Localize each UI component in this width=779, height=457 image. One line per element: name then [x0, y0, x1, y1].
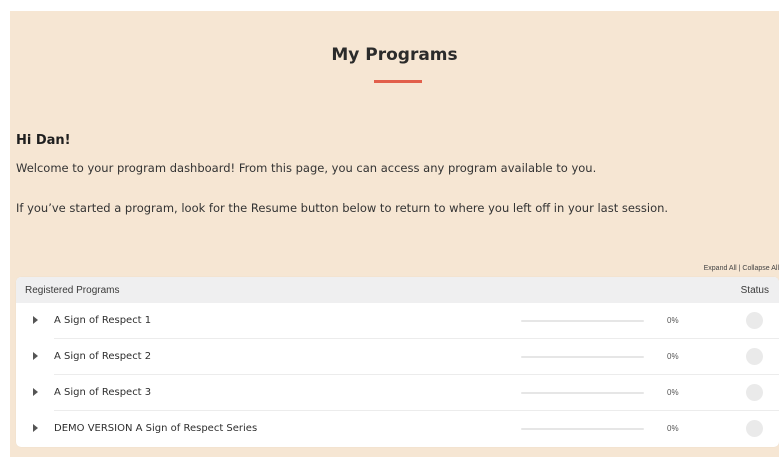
- program-name[interactable]: A Sign of Respect 1: [54, 315, 151, 326]
- status-circle-icon: [746, 348, 763, 365]
- program-row[interactable]: A Sign of Respect 1 0%: [16, 303, 779, 339]
- collapse-all-link[interactable]: Collapse All: [742, 265, 779, 272]
- registered-programs-label: Registered Programs: [25, 285, 120, 296]
- programs-panel: Registered Programs Status A Sign of Res…: [16, 277, 779, 447]
- progress-bar: [521, 428, 644, 430]
- greeting-heading: Hi Dan!: [16, 133, 71, 148]
- status-circle-icon: [746, 384, 763, 401]
- page-title: My Programs: [331, 45, 458, 65]
- program-row[interactable]: DEMO VERSION A Sign of Respect Series 0%: [16, 411, 779, 447]
- program-name[interactable]: A Sign of Respect 3: [54, 387, 151, 398]
- caret-right-icon[interactable]: [33, 424, 38, 432]
- program-row[interactable]: A Sign of Respect 3 0%: [16, 375, 779, 411]
- expand-collapse-controls: Expand All | Collapse All: [704, 265, 779, 272]
- programs-header: Registered Programs Status: [16, 277, 779, 303]
- title-underline: [374, 80, 422, 83]
- caret-right-icon[interactable]: [33, 352, 38, 360]
- status-circle-icon: [746, 420, 763, 437]
- progress-bar: [521, 320, 644, 322]
- caret-right-icon[interactable]: [33, 316, 38, 324]
- expand-all-link[interactable]: Expand All: [704, 265, 737, 272]
- program-name[interactable]: A Sign of Respect 2: [54, 351, 151, 362]
- progress-percent: 0%: [667, 388, 679, 397]
- program-row[interactable]: A Sign of Respect 2 0%: [16, 339, 779, 375]
- page-container: My Programs Hi Dan! Welcome to your prog…: [10, 11, 779, 457]
- status-circle-icon: [746, 312, 763, 329]
- status-column-label: Status: [740, 285, 769, 296]
- intro-paragraph-2: If you’ve started a program, look for th…: [16, 201, 669, 215]
- caret-right-icon[interactable]: [33, 388, 38, 396]
- progress-bar: [521, 392, 644, 394]
- progress-bar: [521, 356, 644, 358]
- progress-percent: 0%: [667, 316, 679, 325]
- intro-paragraph-1: Welcome to your program dashboard! From …: [16, 161, 597, 175]
- program-name[interactable]: DEMO VERSION A Sign of Respect Series: [54, 423, 257, 434]
- progress-percent: 0%: [667, 424, 679, 433]
- progress-percent: 0%: [667, 352, 679, 361]
